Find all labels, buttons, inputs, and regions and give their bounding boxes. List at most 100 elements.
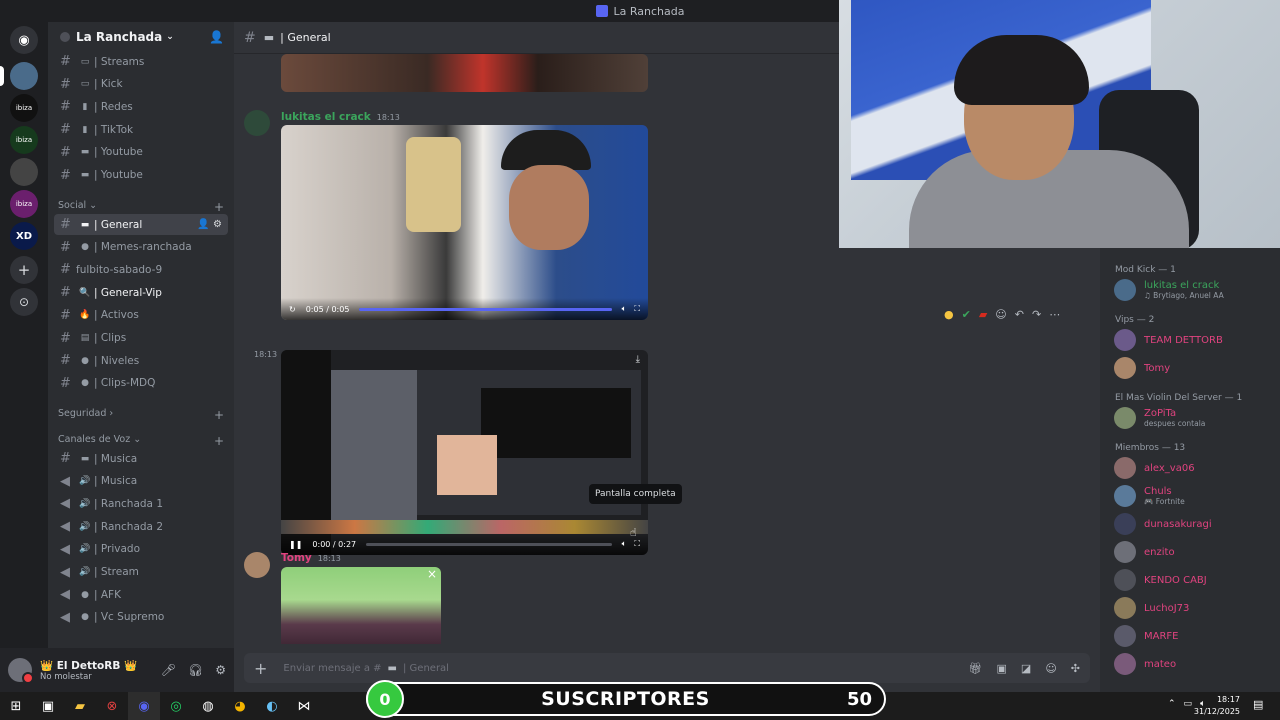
channel-item[interactable]: # 🔍 | General-Vip: [54, 282, 228, 303]
sticker-icon[interactable]: ◪: [1021, 662, 1031, 675]
obs-icon[interactable]: ◍: [192, 692, 224, 720]
add-member-icon[interactable]: 👤: [209, 30, 224, 44]
video-progress[interactable]: [366, 542, 612, 546]
emoji-icon[interactable]: ☺: [1045, 662, 1056, 675]
clock[interactable]: 18:17 31/12/2025: [1194, 694, 1240, 718]
notifications-icon[interactable]: ▤: [1253, 698, 1263, 711]
channel-item[interactable]: # ▬ | General 👤 ⚙: [54, 214, 228, 235]
member-item[interactable]: alex_va06: [1114, 457, 1195, 479]
server-ibiza-green-icon[interactable]: ibiza: [10, 126, 38, 154]
volume-icon[interactable]: 🔈︎: [622, 539, 627, 549]
app-red-icon[interactable]: ⊗: [96, 692, 128, 720]
channel-item[interactable]: # ● | Memes-ranchada: [54, 237, 228, 258]
category-seguridad[interactable]: Seguridad › +: [58, 408, 224, 422]
server-ibiza-icon[interactable]: ibiza: [10, 94, 38, 122]
flag-reaction-icon[interactable]: ▰: [979, 308, 987, 321]
image-attachment[interactable]: [281, 54, 648, 92]
add-channel-icon[interactable]: +: [214, 434, 224, 448]
message-composer[interactable]: + Enviar mensaje a # ▬ | General 🎁︎ ▣ ◪ …: [244, 653, 1090, 683]
channel-item[interactable]: ◀ ● | Vc Supremo: [54, 607, 228, 628]
fullscreen-icon[interactable]: ⛶: [634, 539, 640, 549]
volume-icon[interactable]: 🔈︎: [622, 304, 627, 314]
microphone-icon[interactable]: 🎤︎: [161, 663, 176, 677]
member-item[interactable]: dunasakuragi: [1114, 513, 1212, 535]
member-item[interactable]: Tomy: [1114, 357, 1170, 379]
app-capcut-icon[interactable]: ⋈: [288, 692, 320, 720]
task-view-icon[interactable]: ▣: [32, 692, 64, 720]
server-la-ranchada-icon[interactable]: [10, 62, 38, 90]
pause-icon[interactable]: ❚❚: [289, 540, 302, 549]
chrome-icon[interactable]: ◕: [224, 692, 256, 720]
download-icon[interactable]: ⤓: [636, 354, 640, 365]
channel-item[interactable]: # ▤ | Clips: [54, 328, 228, 349]
video-progress[interactable]: [359, 307, 612, 311]
gear-icon[interactable]: 👤 ⚙: [197, 219, 222, 230]
gift-icon[interactable]: 🎁︎: [969, 662, 983, 675]
add-channel-icon[interactable]: +: [214, 408, 224, 422]
server-shield-icon[interactable]: [10, 158, 38, 186]
channel-item[interactable]: # ▭ | Streams: [54, 51, 228, 72]
channel-item[interactable]: ◀ 🔊 | Ranchada 1: [54, 493, 228, 514]
server-ibiza-purple-icon[interactable]: ibiza: [10, 190, 38, 218]
server-xd-icon[interactable]: XD: [10, 222, 38, 250]
channel-item[interactable]: ◀ 🔊 | Musica: [54, 471, 228, 492]
apps-icon[interactable]: ✣: [1071, 662, 1080, 675]
check-reaction-icon[interactable]: ✔: [962, 308, 971, 321]
message-author[interactable]: Tomy 18:13: [281, 552, 341, 564]
add-server-icon[interactable]: +: [10, 256, 38, 284]
avatar[interactable]: [244, 110, 270, 136]
channel-item[interactable]: # ▮ | TikTok: [54, 119, 228, 140]
channel-item[interactable]: ◀ ● | AFK: [54, 584, 228, 605]
channel-item[interactable]: # ▬ | Musica: [54, 448, 228, 469]
channel-item[interactable]: # ▮ | Redes: [54, 96, 228, 117]
gear-icon[interactable]: ⚙: [215, 663, 226, 677]
channel-item[interactable]: ◀ 🔊 | Stream: [54, 562, 228, 583]
discord-taskbar-icon[interactable]: ◉: [128, 692, 160, 720]
channel-item[interactable]: # ● | Clips-MDQ: [54, 373, 228, 394]
channel-item[interactable]: # 🔥 | Activos: [54, 305, 228, 326]
reaction-emoji-icon[interactable]: ●: [944, 308, 954, 321]
image-attachment[interactable]: ×: [281, 567, 441, 644]
add-channel-icon[interactable]: +: [214, 200, 224, 214]
category-social[interactable]: Social ⌄ +: [58, 200, 224, 214]
video-player[interactable]: ⤓ ❚❚ 0:00 / 0:27 🔈︎ ⛶: [281, 350, 648, 555]
fullscreen-icon[interactable]: ⛶: [634, 304, 640, 314]
channel-item[interactable]: ◀ 🔊 | Ranchada 2: [54, 516, 228, 537]
member-item[interactable]: LuchoJ73: [1114, 597, 1189, 619]
file-explorer-icon[interactable]: ▰: [64, 692, 96, 720]
avatar[interactable]: [8, 658, 34, 684]
chevron-up-icon[interactable]: ⌃: [1168, 699, 1176, 709]
member-item[interactable]: enzito: [1114, 541, 1175, 563]
close-icon[interactable]: ×: [427, 567, 437, 581]
server-header[interactable]: La Ranchada ⌄ 👤: [48, 22, 234, 52]
video-player[interactable]: ↻ 0:05 / 0:05 🔈︎ ⛶: [281, 125, 648, 320]
message-author[interactable]: lukitas el crack 18:13: [281, 111, 400, 123]
member-item[interactable]: lukitas el crack ♫ Brytiago, Anuel AA: [1114, 279, 1224, 301]
member-item[interactable]: KENDO CABJ: [1114, 569, 1207, 591]
member-item[interactable]: Chuls 🎮 Fortnite: [1114, 485, 1185, 507]
channel-item[interactable]: # fulbito-sabado-9: [54, 259, 228, 280]
member-item[interactable]: TEAM DETTORB: [1114, 329, 1223, 351]
add-attachment-icon[interactable]: +: [254, 659, 267, 678]
whatsapp-icon[interactable]: ◎: [160, 692, 192, 720]
reply-icon[interactable]: ↶: [1015, 308, 1024, 321]
replay-icon[interactable]: ↻: [289, 305, 296, 314]
member-item[interactable]: ZoPiTa despues contala: [1114, 407, 1205, 429]
windows-start-icon[interactable]: ⊞: [0, 692, 32, 720]
discord-home-icon[interactable]: ◉: [10, 26, 38, 54]
channel-item[interactable]: # ▬ | Youtube: [54, 142, 228, 163]
channel-item[interactable]: # ▬ | Youtube: [54, 165, 228, 186]
forward-icon[interactable]: ↷: [1032, 308, 1041, 321]
member-item[interactable]: mateo: [1114, 653, 1176, 675]
member-item[interactable]: MARFE: [1114, 625, 1179, 647]
avatar[interactable]: [244, 552, 270, 578]
headphones-icon[interactable]: 🎧︎: [188, 663, 203, 677]
gif-icon[interactable]: ▣: [997, 662, 1007, 675]
channel-item[interactable]: # ● | Niveles: [54, 350, 228, 371]
steam-icon[interactable]: ◐: [256, 692, 288, 720]
channel-item[interactable]: ◀ 🔊 | Privado: [54, 539, 228, 560]
category-voz[interactable]: Canales de Voz ⌄ +: [58, 434, 224, 448]
network-icon[interactable]: ▭: [1184, 699, 1193, 709]
channel-item[interactable]: # ▭ | Kick: [54, 74, 228, 95]
explore-icon[interactable]: ⊙: [10, 288, 38, 316]
